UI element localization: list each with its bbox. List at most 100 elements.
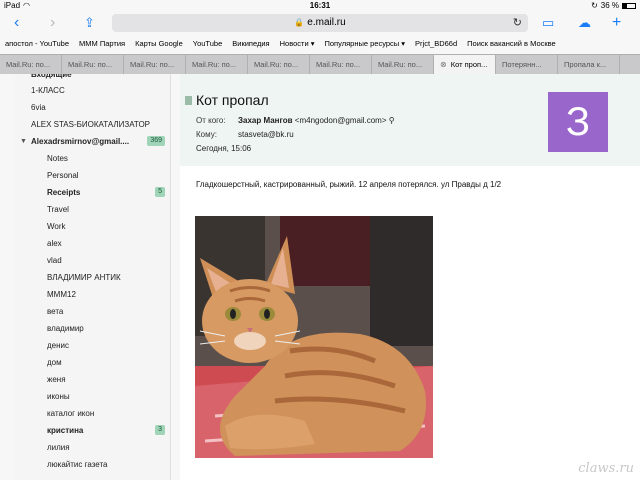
sidebar-item-folder[interactable]: Travel xyxy=(15,201,170,218)
bookmark-item[interactable]: Карты Google xyxy=(130,36,188,52)
message-body: Гладкошерстный, кастрированный, рыжий. 1… xyxy=(196,180,502,189)
bookmark-item[interactable]: Поиск вакансий в Москве xyxy=(462,36,561,52)
sidebar-item-folder[interactable]: МММ12 xyxy=(15,286,170,303)
sidebar-item-label: лилия xyxy=(47,443,70,452)
bookmark-item[interactable]: Википедия xyxy=(227,36,274,52)
bookmarks-bar: апостол - YouTube МММ Партия Карты Googl… xyxy=(0,36,640,52)
cat-photo[interactable] xyxy=(195,216,433,458)
collapse-arrow-icon[interactable]: ▼ xyxy=(20,133,27,150)
from-label: От кого: xyxy=(196,116,226,125)
bookmark-item[interactable]: Новости ▾ xyxy=(275,36,320,52)
icloud-tabs-icon[interactable]: ☁ xyxy=(578,14,591,32)
flag-icon[interactable] xyxy=(185,96,192,105)
tab-label: Mail.Ru: по... xyxy=(6,60,51,69)
browser-tab[interactable]: Mail.Ru: по... xyxy=(310,55,372,74)
browser-tab[interactable]: Пропала к... xyxy=(558,55,620,74)
sidebar-item-folder[interactable]: Receipts 5 xyxy=(15,184,170,201)
sidebar-item-folder[interactable]: 1-КЛАСС xyxy=(15,82,170,99)
sidebar-item-label: вета xyxy=(47,307,64,316)
sidebar-item-label: ALEX STAS-БИОКАТАЛИЗАТОР xyxy=(31,120,150,129)
url-text: e.mail.ru xyxy=(307,17,346,28)
sidebar-item-folder[interactable]: денис xyxy=(15,337,170,354)
share-icon[interactable]: ⇪ xyxy=(84,14,95,32)
sidebar-item-folder[interactable]: кристина 3 xyxy=(15,422,170,439)
sender-name[interactable]: Захар Мангов xyxy=(238,116,293,125)
bookmark-item[interactable]: МММ Партия xyxy=(74,36,130,52)
sidebar-item-folder[interactable]: ВЛАДИМИР АНТИК xyxy=(15,269,170,286)
bookmarks-icon[interactable]: ▭ xyxy=(542,14,554,32)
sidebar-item-folder[interactable]: ALEX STAS-БИОКАТАЛИЗАТОР xyxy=(15,116,170,133)
tab-label: Mail.Ru: по... xyxy=(68,60,113,69)
to-label: Кому: xyxy=(196,130,217,139)
sidebar-item-folder[interactable]: иконы xyxy=(15,388,170,405)
sidebar-item-folder[interactable]: Personal xyxy=(15,167,170,184)
browser-tab[interactable]: Mail.Ru: по... xyxy=(124,55,186,74)
sidebar-item-label: Personal xyxy=(47,171,79,180)
address-bar[interactable]: 🔒 e.mail.ru ↻ xyxy=(112,14,528,32)
sidebar-item-label: иконы xyxy=(47,392,70,401)
sidebar-item-label: Alexadrsmirnov@gmail.... xyxy=(31,137,130,146)
sender-email[interactable]: <m4ngodon@gmail.com> xyxy=(295,116,387,125)
sender-row: От кого: Захар Мангов <m4ngodon@gmail.com… xyxy=(196,116,395,125)
tab-label: Пропала к... xyxy=(564,60,607,69)
sidebar-item-label: люкайтис газета xyxy=(47,460,108,469)
sidebar-item-label: женя xyxy=(47,375,66,384)
back-icon[interactable]: ‹ xyxy=(14,14,19,32)
bookmark-item[interactable]: YouTube xyxy=(188,36,227,52)
browser-tab-active[interactable]: ⊗ Кот проп... xyxy=(434,55,496,74)
sidebar-item-label: МММ12 xyxy=(47,290,76,299)
unread-count-badge: 369 xyxy=(147,136,165,146)
sidebar-item-folder[interactable]: Work xyxy=(15,218,170,235)
tab-label: Mail.Ru: по... xyxy=(378,60,423,69)
sidebar-item-label: дом xyxy=(47,358,62,367)
tab-label: Кот проп... xyxy=(450,60,488,69)
battery-icon xyxy=(622,2,636,9)
tab-label: Потерянн... xyxy=(502,60,542,69)
browser-tab[interactable]: Mail.Ru: по... xyxy=(372,55,434,74)
sidebar-item-label: 1-КЛАСС xyxy=(31,86,65,95)
sidebar-item-folder[interactable]: 6via xyxy=(15,99,170,116)
message-date: Сегодня, 15:06 xyxy=(196,144,252,153)
sidebar-item-label: Travel xyxy=(47,205,69,214)
forward-icon[interactable]: › xyxy=(50,14,55,32)
search-icon[interactable]: ⚲ xyxy=(389,116,395,125)
sidebar-item-folder[interactable]: вета xyxy=(15,303,170,320)
sidebar-item-label: денис xyxy=(47,341,70,350)
tab-label: Mail.Ru: по... xyxy=(254,60,299,69)
sidebar-item-label: Receipts xyxy=(47,188,81,197)
sidebar-item-folder[interactable]: люкайтис газета xyxy=(15,456,170,473)
sidebar-item-label: кристина xyxy=(47,426,84,435)
recipient-row: Кому: stasveta@bk.ru xyxy=(196,130,294,139)
unread-count-badge: 3 xyxy=(155,425,165,435)
message-view: Кот пропал От кого: Захар Мангов <m4ngodo… xyxy=(180,74,640,480)
close-tab-icon[interactable]: ⊗ xyxy=(440,60,447,69)
sidebar-item-folder[interactable]: Notes xyxy=(15,150,170,167)
bookmark-item[interactable]: Популярные ресурсы ▾ xyxy=(320,36,411,52)
sidebar-item-folder[interactable]: владимир xyxy=(15,320,170,337)
browser-tab[interactable]: Потерянн... xyxy=(496,55,558,74)
bookmark-item[interactable]: Prjct_BD66d xyxy=(410,36,462,52)
tab-label: Mail.Ru: по... xyxy=(316,60,361,69)
reload-icon[interactable]: ↻ xyxy=(513,14,522,32)
status-bar: iPad ◠ 16:31 ↻ 36 % xyxy=(0,0,640,12)
browser-tab[interactable]: Mail.Ru: по... xyxy=(186,55,248,74)
sidebar-item-folder[interactable]: женя xyxy=(15,371,170,388)
rotation-lock-icon: ↻ xyxy=(591,1,598,10)
bookmark-item[interactable]: апостол - YouTube xyxy=(0,36,74,52)
message-header: Кот пропал От кого: Захар Мангов <m4ngodo… xyxy=(180,74,640,166)
unread-count-badge: 5 xyxy=(155,187,165,197)
browser-tab[interactable]: Mail.Ru: по... xyxy=(62,55,124,74)
tab-label: Mail.Ru: по... xyxy=(192,60,237,69)
cat-photo-illustration xyxy=(195,216,433,458)
sidebar-item-folder[interactable]: alex xyxy=(15,235,170,252)
browser-tab[interactable]: Mail.Ru: по... xyxy=(248,55,310,74)
browser-tab[interactable]: Mail.Ru: по... xyxy=(0,55,62,74)
recipient-email[interactable]: stasveta@bk.ru xyxy=(238,130,294,139)
sidebar-item-account[interactable]: ▼ Alexadrsmirnov@gmail.... 369 xyxy=(15,133,170,150)
sidebar-item-folder[interactable]: дом xyxy=(15,354,170,371)
new-tab-icon[interactable]: + xyxy=(612,14,621,32)
sidebar-item-label: владимир xyxy=(47,324,84,333)
sidebar-item-folder[interactable]: лилия xyxy=(15,439,170,456)
sidebar-item-folder[interactable]: каталог икон xyxy=(15,405,170,422)
sidebar-item-folder[interactable]: vlad xyxy=(15,252,170,269)
